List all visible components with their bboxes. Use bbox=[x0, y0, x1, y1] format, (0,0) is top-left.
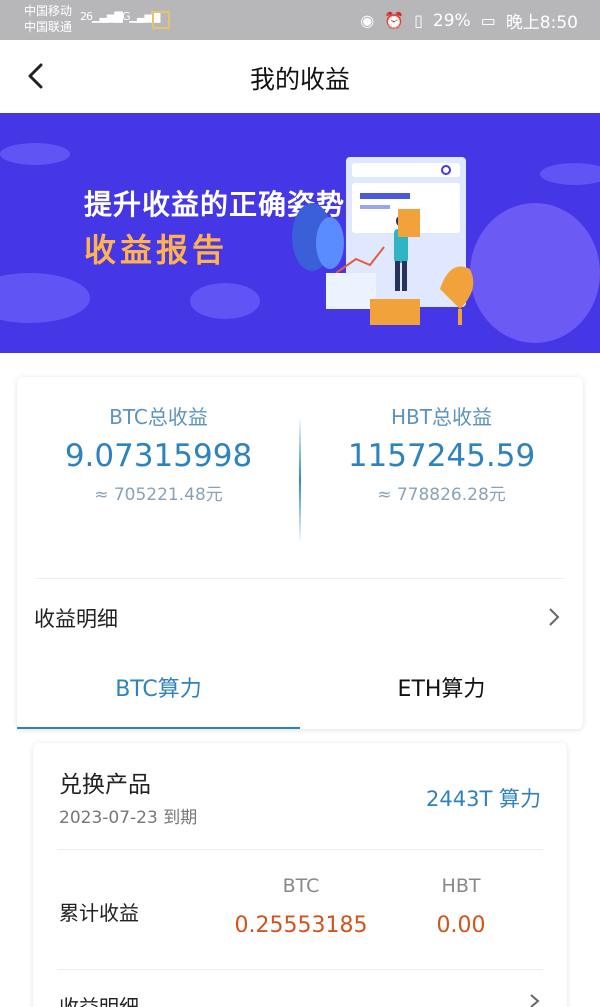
chevron-right-icon bbox=[530, 994, 540, 1007]
chevron-right-icon bbox=[549, 608, 560, 626]
battery-percent: 29% bbox=[432, 10, 471, 31]
hbt-total-value: 1157245.59 bbox=[347, 438, 536, 474]
cumulative-earnings-label: 累计收益 bbox=[59, 901, 139, 925]
signal-2-label: 4G bbox=[116, 10, 130, 23]
hashrate-tabs: BTC算力 ETH算力 bbox=[17, 651, 583, 729]
earnings-detail-label: 收益明细 bbox=[34, 607, 118, 631]
earnings-summary-card: BTC总收益 9.07315998 ≈ 705221.48元 HBT总收益 11… bbox=[17, 377, 583, 729]
alarm-icon: ⏰ bbox=[384, 11, 405, 30]
product-title: 兑换产品 bbox=[59, 772, 151, 798]
vibrate-icon: ▯ bbox=[414, 11, 423, 30]
product-hashrate: 2443T 算力 bbox=[426, 787, 541, 811]
hbt-total-fiat: ≈ 778826.28元 bbox=[377, 485, 506, 505]
hbt-cumulative-value: 0.00 bbox=[436, 913, 486, 938]
carrier-1: 中国移动 bbox=[24, 4, 73, 18]
hbt-total-label: HBT总收益 bbox=[391, 405, 492, 429]
report-illustration bbox=[292, 157, 474, 325]
divider bbox=[57, 969, 543, 970]
status-right: ◉ ⏰ ▯ 29% ▭ 晚上8:50 bbox=[360, 8, 578, 34]
page-title: 我的收益 bbox=[249, 65, 350, 94]
btc-total-value: 9.07315998 bbox=[64, 438, 253, 474]
battery-icon: ▭ bbox=[480, 11, 496, 30]
hbt-total-column: HBT总收益 1157245.59 ≈ 778826.28元 bbox=[300, 401, 583, 505]
tab-eth-hashrate[interactable]: ETH算力 bbox=[300, 651, 583, 729]
btc-column-header: BTC bbox=[282, 875, 320, 897]
banner-subheadline: 收益报告 bbox=[84, 231, 229, 269]
hbt-column-header: HBT bbox=[441, 875, 481, 897]
earnings-detail-row[interactable]: 收益明细 bbox=[17, 579, 583, 651]
carrier-2: 中国联通 bbox=[24, 20, 73, 34]
status-time: 晚上8:50 bbox=[505, 13, 578, 33]
btc-cumulative-value: 0.25553185 bbox=[234, 913, 368, 938]
product-earnings-detail-label[interactable]: 收益明细 bbox=[59, 991, 139, 1007]
eye-icon: ◉ bbox=[360, 11, 375, 30]
product-expiry-date: 2023-07-23 到期 bbox=[59, 808, 198, 828]
promo-banner[interactable]: 提升收益的正确姿势 收益报告 bbox=[0, 113, 600, 353]
product-card[interactable]: 兑换产品 2023-07-23 到期 2443T 算力 累计收益 BTC HBT… bbox=[33, 743, 567, 1007]
app-header: 我的收益 bbox=[0, 40, 600, 113]
notification-app-icon bbox=[152, 11, 170, 29]
divider bbox=[57, 849, 543, 850]
btc-total-column: BTC总收益 9.07315998 ≈ 705221.48元 bbox=[17, 401, 300, 505]
active-tab-indicator bbox=[17, 727, 300, 729]
btc-total-label: BTC总收益 bbox=[109, 405, 208, 429]
btc-total-fiat: ≈ 705221.48元 bbox=[94, 485, 223, 505]
signal-1-label: 26 bbox=[80, 10, 93, 23]
status-bar: 中国移动 中国联通 26▁▃▅▇ 4G▁▃▅▇ ◉ ⏰ ▯ 29% ▭ 晚上8:… bbox=[0, 0, 600, 40]
carrier-labels: 中国移动 中国联通 bbox=[24, 3, 72, 35]
tab-btc-hashrate[interactable]: BTC算力 bbox=[17, 651, 300, 729]
